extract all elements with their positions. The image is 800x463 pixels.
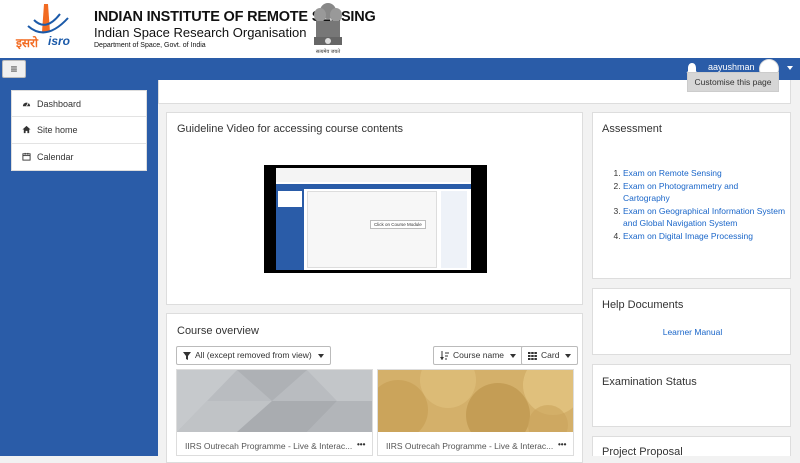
nav-item-label: Calendar [37,151,74,162]
guideline-title: Guideline Video for accessing course con… [177,123,404,135]
examination-status-card: Examination Status [592,364,791,427]
video-frame-navbar [276,184,471,189]
menu-toggle-button[interactable]: ≡ [2,60,26,78]
learner-manual-link[interactable]: Learner Manual [593,327,792,337]
calendar-icon [22,153,31,161]
chevron-down-icon [317,353,324,358]
examination-status-title: Examination Status [602,376,697,388]
filter-icon [183,351,191,360]
nav-item-label: Site home [37,124,78,135]
course-card[interactable]: IIRS Outrecah Programme - Live & Interac… [176,369,373,456]
user-menu-caret-icon[interactable] [787,66,793,70]
project-proposal-card: Project Proposal [592,436,791,458]
logo-text-hindi: इसरो [16,36,39,50]
isro-logo: इसरो isro [14,2,78,54]
guideline-video-card: Guideline Video for accessing course con… [166,112,583,305]
course-card-name[interactable]: IIRS Outrecah Programme - Live & Interac… [386,441,553,451]
nav-item-site-home[interactable]: Site home [12,117,146,144]
video-frame-header [276,168,471,182]
assessment-link[interactable]: Exam on Remote Sensing [623,167,786,180]
video-frame-main [307,191,437,268]
emblem-caption: सत्यमेव जयते [315,49,341,55]
course-card-name[interactable]: IIRS Outrecah Programme - Live & Interac… [185,441,352,451]
course-overview-title: Course overview [177,325,259,337]
assessment-title: Assessment [602,123,662,135]
course-card-image [378,370,573,432]
brand-header: इसरो isro INDIAN INSTITUTE OF REMOTE SEN… [0,0,800,58]
course-card-image [177,370,372,432]
course-view-dropdown[interactable]: Card [521,346,579,365]
assessment-link[interactable]: Exam on Photogrammetry and Cartography [623,180,786,205]
course-card-more-button[interactable]: ••• [357,440,365,449]
assessment-link[interactable]: Exam on Digital Image Processing [623,230,786,243]
chevron-down-icon [565,353,572,358]
view-label: Card [541,350,560,360]
nav-item-calendar[interactable]: Calendar [12,144,146,170]
grid-icon [528,351,537,360]
customise-page-button[interactable]: Customise this page [687,72,779,92]
course-card[interactable]: IIRS Outrecah Programme - Live & Interac… [377,369,574,456]
user-name[interactable]: aayushman [708,62,755,72]
video-annotation: Click on Course Module [370,220,426,229]
video-frame-drawer [278,191,302,207]
assessment-card: Assessment Exam on Remote Sensing Exam o… [592,112,791,279]
help-documents-title: Help Documents [602,299,684,311]
assessment-link[interactable]: Exam on Geographical Information System … [623,205,786,230]
sort-label: Course name [453,350,505,360]
help-documents-card: Help Documents Learner Manual [592,288,791,355]
guideline-video-player[interactable]: Click on Course Module [264,165,487,273]
project-proposal-title: Project Proposal [602,446,683,458]
nav-drawer: Dashboard Site home Calendar [11,90,147,171]
assessment-list: Exam on Remote Sensing Exam on Photogram… [601,167,786,242]
chevron-down-icon [510,353,517,358]
video-frame-right [441,191,467,268]
filter-label: All (except removed from view) [195,350,312,360]
national-emblem: सत्यमेव जयते [310,1,346,57]
top-navbar: ≡ aayushman [0,58,800,80]
logo-text-latin: isro [48,34,71,48]
nav-item-dashboard[interactable]: Dashboard [12,91,146,118]
sort-icon [440,351,449,360]
nav-item-label: Dashboard [37,98,82,109]
course-sort-dropdown[interactable]: Course name [433,346,524,365]
home-icon [22,126,31,134]
video-frame: Click on Course Module [276,168,471,270]
course-card-more-button[interactable]: ••• [558,440,566,449]
course-filter-dropdown[interactable]: All (except removed from view) [176,346,331,365]
dashboard-icon [22,102,31,107]
